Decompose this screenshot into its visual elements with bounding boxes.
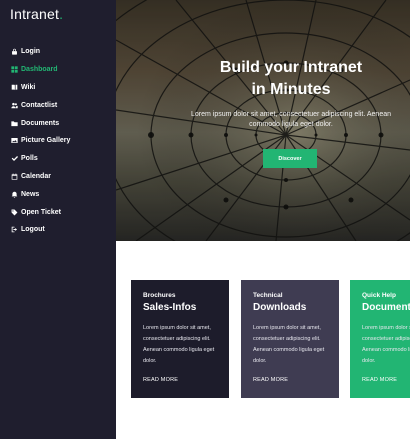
card-heading: Downloads xyxy=(253,302,307,313)
image-icon xyxy=(10,137,18,145)
book-icon xyxy=(10,83,18,91)
sidebar-item-label: Wiki xyxy=(21,83,36,91)
brand-name: Intranet xyxy=(10,6,60,22)
sidebar-item-open-ticket[interactable]: Open Ticket xyxy=(0,203,116,221)
sidebar-item-label: Logout xyxy=(21,226,45,234)
sidebar-item-label: Login xyxy=(21,48,41,56)
folder-icon xyxy=(10,119,18,127)
sidebar-item-picture-gallery[interactable]: Picture Gallery xyxy=(0,132,116,150)
card-documents[interactable]: Quick Help Documents Lorem ipsum dolor s… xyxy=(350,280,410,398)
card-kicker: Quick Help xyxy=(362,292,396,299)
hero-banner: Build your Intranet in Minutes Lorem ips… xyxy=(116,0,410,241)
lock-icon xyxy=(10,48,18,56)
card-body: Lorem ipsum dolor sit amet, consectetuer… xyxy=(253,325,325,364)
sidebar-item-label: Documents xyxy=(21,119,60,127)
sidebar-item-news[interactable]: News xyxy=(0,185,116,203)
brand-logo[interactable]: Intranet. xyxy=(10,6,63,22)
grid-icon xyxy=(10,66,18,74)
sidebar-item-label: Dashboard xyxy=(21,66,58,74)
hero-text: Lorem ipsum dolor sit amet, consectetuer… xyxy=(191,111,391,128)
sidebar-nav: Login Dashboard Wiki Contactlist Documen… xyxy=(0,43,116,239)
read-more-link[interactable]: READ MORE xyxy=(253,377,288,383)
sidebar-item-label: Calendar xyxy=(21,172,51,180)
sidebar: Intranet. Login Dashboard Wiki Contactli… xyxy=(0,0,116,439)
calendar-icon xyxy=(10,172,18,180)
feature-cards-section: Brochures Sales-Infos Lorem ipsum dolor … xyxy=(116,241,410,439)
sidebar-item-label: News xyxy=(21,190,40,198)
sidebar-item-dashboard[interactable]: Dashboard xyxy=(0,61,116,79)
sidebar-item-polls[interactable]: Polls xyxy=(0,150,116,168)
sidebar-item-wiki[interactable]: Wiki xyxy=(0,79,116,97)
hero-title: Build your Intranet in Minutes xyxy=(176,57,406,101)
card-heading: Sales-Infos xyxy=(143,302,197,313)
sidebar-item-label: Open Ticket xyxy=(21,208,61,216)
tag-icon xyxy=(10,208,18,216)
sidebar-item-label: Picture Gallery xyxy=(21,137,71,145)
card-body: Lorem ipsum dolor sit amet, consectetuer… xyxy=(143,325,215,364)
card-body: Lorem ipsum dolor sit amet, consectetuer… xyxy=(362,325,410,364)
card-kicker: Brochures xyxy=(143,292,176,299)
sidebar-item-logout[interactable]: Logout xyxy=(0,221,116,239)
sidebar-item-login[interactable]: Login xyxy=(0,43,116,61)
logout-icon xyxy=(10,226,18,234)
sidebar-item-label: Polls xyxy=(21,155,38,163)
hero-title-line-1: Build your Intranet xyxy=(219,59,363,76)
check-icon xyxy=(10,155,18,163)
read-more-link[interactable]: READ MORE xyxy=(362,377,397,383)
card-heading: Documents xyxy=(362,302,410,313)
brand-dot: . xyxy=(59,6,64,22)
sidebar-item-calendar[interactable]: Calendar xyxy=(0,168,116,186)
sidebar-item-documents[interactable]: Documents xyxy=(0,114,116,132)
read-more-link[interactable]: READ MORE xyxy=(143,377,178,383)
discover-button[interactable]: Discover xyxy=(263,149,317,168)
hero-title-line-2: in Minutes xyxy=(251,81,331,98)
bell-icon xyxy=(10,190,18,198)
users-icon xyxy=(10,101,18,109)
card-downloads[interactable]: Technical Downloads Lorem ipsum dolor si… xyxy=(241,280,339,398)
sidebar-item-label: Contactlist xyxy=(21,101,58,109)
sidebar-item-contactlist[interactable]: Contactlist xyxy=(0,96,116,114)
card-kicker: Technical xyxy=(253,292,283,299)
card-sales-infos[interactable]: Brochures Sales-Infos Lorem ipsum dolor … xyxy=(131,280,229,398)
